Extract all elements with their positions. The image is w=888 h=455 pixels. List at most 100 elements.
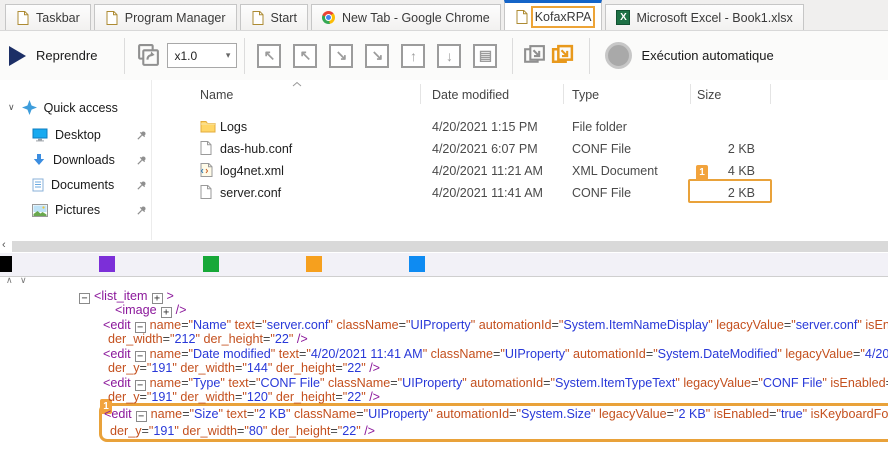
file-row-server-conf[interactable]: server.conf4/20/2021 11:41 AMCONF File2 … <box>152 182 888 204</box>
xml-attribute: legacyValue="4/20/202 <box>785 347 888 361</box>
xml-punct: /> <box>369 361 380 375</box>
copy-steps-icon[interactable] <box>522 43 547 68</box>
file-row-logs[interactable]: Logs4/20/2021 1:15 PMFile folder <box>152 116 888 138</box>
xml-quote: " <box>361 361 365 375</box>
column-divider[interactable] <box>420 84 421 104</box>
xml-attribute: der_height="22" <box>271 424 361 438</box>
tree-line[interactable]: <edit−name="Size" text="2 KB" className=… <box>104 407 888 421</box>
xml-attr-value: true <box>781 407 803 421</box>
folder-icon <box>200 119 216 134</box>
nav-up-button[interactable]: ↑ <box>401 44 425 68</box>
pin-icon[interactable] <box>136 155 147 166</box>
xml-attr-name: name <box>150 318 182 332</box>
xml-attr-value: 144 <box>247 361 268 375</box>
xml-attr-name: der_height <box>271 424 331 438</box>
xml-attr-name: text <box>227 407 247 421</box>
tree-line[interactable]: −<list_item+> <box>75 289 174 303</box>
nav-forward-into-button[interactable]: ↘ <box>365 44 389 68</box>
tab-start[interactable]: Start <box>240 4 308 30</box>
file-name: Logs <box>220 120 247 134</box>
column-header-size[interactable]: Size <box>697 88 721 102</box>
xml-tag: <edit <box>104 407 132 421</box>
column-divider[interactable] <box>690 84 691 104</box>
tree-line[interactable]: der_y="191" der_width="80" der_height="2… <box>110 424 375 438</box>
xml-attr-value: CONF File <box>763 376 822 390</box>
xml-tag: <list_item <box>94 289 148 303</box>
tab-new-tab-google-chrome[interactable]: New Tab - Google Chrome <box>311 4 501 30</box>
toolbar-separator <box>512 38 513 74</box>
auto-execution-indicator[interactable] <box>605 42 632 69</box>
scrollbar-track[interactable] <box>12 241 888 252</box>
horizontal-scrollbar[interactable]: ‹ <box>0 240 888 253</box>
column-header-type[interactable]: Type <box>572 88 599 102</box>
xml-attribute: der_width="144" <box>180 361 272 375</box>
scroll-left-icon[interactable]: ‹ <box>2 239 6 251</box>
xml-attribute: className="UIProperty" <box>431 347 570 361</box>
xml-quote: " <box>777 347 781 361</box>
tree-expander-icon[interactable]: − <box>136 411 147 422</box>
resume-play-button[interactable] <box>9 46 26 66</box>
excel-icon: X <box>616 10 630 25</box>
device-tab-bar: TaskbarProgram ManagerStartNew Tab - Goo… <box>0 0 888 31</box>
xml-attr-value: 22 <box>275 332 289 346</box>
xml-attr-value: 4/20/2021 11:41 AM <box>311 347 423 361</box>
tree-line[interactable]: der_width="212" der_height="22" /> <box>108 332 308 346</box>
nav-down-button[interactable]: ↓ <box>437 44 461 68</box>
file-name: server.conf <box>220 186 281 200</box>
xml-attr-name: legacyValue <box>683 376 751 390</box>
timeline-marker-2[interactable] <box>203 256 219 272</box>
pin-icon[interactable] <box>136 180 147 191</box>
xml-attr-name: der_y <box>108 361 140 375</box>
file-row-log4net-xml[interactable]: log4net.xml4/20/2021 11:21 AMXML Documen… <box>152 160 888 182</box>
sidebar-item-quick-access[interactable]: ∨ Quick access <box>8 100 118 115</box>
tab-taskbar[interactable]: Taskbar <box>5 4 91 30</box>
tab-microsoft-excel-book1-xlsx[interactable]: XMicrosoft Excel - Book1.xlsx <box>605 4 803 30</box>
timeline-marker-1[interactable] <box>99 256 115 272</box>
xml-attr-name: className <box>336 318 398 332</box>
copy-steps-active-icon[interactable] <box>550 43 575 68</box>
file-row-das-hub-conf[interactable]: das-hub.conf4/20/2021 6:07 PMCONF File2 … <box>152 138 888 160</box>
zoom-level-dropdown[interactable]: x1.0 ▾ <box>167 43 237 68</box>
file-size: 2 KB <box>690 142 755 156</box>
sidebar-item-pictures[interactable]: Pictures <box>32 200 147 220</box>
timeline-marker-4[interactable] <box>409 256 425 272</box>
tree-line[interactable]: <edit−name="Name" text="server.conf" cla… <box>103 318 888 332</box>
tree-line[interactable]: der_y="191" der_width="144" der_height="… <box>108 361 380 375</box>
nav-back-button[interactable]: ↖ <box>293 44 317 68</box>
column-divider[interactable] <box>770 84 771 104</box>
chevron-down-icon[interactable]: ∨ <box>20 275 27 286</box>
nav-forward-button[interactable]: ↘ <box>329 44 353 68</box>
sidebar-item-downloads[interactable]: Downloads <box>32 150 147 170</box>
nav-back-into-button[interactable]: ↖ <box>257 44 281 68</box>
xml-attribute: isEnabled="true" <box>714 407 807 421</box>
file-name: das-hub.conf <box>220 142 292 156</box>
timeline-marker-3[interactable] <box>306 256 322 272</box>
tab-kofaxrpa[interactable]: KofaxRPA <box>504 0 603 30</box>
xml-quote: " <box>268 361 272 375</box>
document-view-button[interactable]: ▤ <box>473 44 497 68</box>
tree-line[interactable]: <edit−name="Type" text="CONF File" class… <box>103 376 888 390</box>
xml-tag: <edit <box>103 318 131 332</box>
timeline-marker-0[interactable] <box>0 256 12 272</box>
pin-icon[interactable] <box>136 205 147 216</box>
xml-attr-value: System.DateModified <box>658 347 778 361</box>
tab-program-manager[interactable]: Program Manager <box>94 4 237 30</box>
refresh-pages-icon[interactable] <box>136 43 161 68</box>
xml-attr-name: der_height <box>203 332 263 346</box>
tree-expander-icon[interactable]: − <box>79 293 90 304</box>
pin-icon[interactable] <box>136 130 147 141</box>
tree-line[interactable]: <image+/> <box>115 303 187 317</box>
chevron-up-icon[interactable]: ∧ <box>6 275 13 286</box>
column-header-date-modified[interactable]: Date modified <box>432 88 509 102</box>
column-divider[interactable] <box>563 84 564 104</box>
sidebar-item-documents[interactable]: Documents <box>32 175 147 195</box>
chevron-down-icon: ▾ <box>226 50 231 61</box>
tree-line[interactable]: der_y="191" der_width="120" der_height="… <box>108 390 380 404</box>
xml-attribute: der_height="22" <box>276 361 366 375</box>
xml-tag: <edit <box>103 347 131 361</box>
xml-attr-name: className <box>328 376 390 390</box>
sidebar-item-desktop[interactable]: Desktop <box>32 125 147 145</box>
column-header-name[interactable]: Name <box>200 88 233 102</box>
tree-expander-icon[interactable]: + <box>161 307 172 318</box>
tree-line[interactable]: <edit−name="Date modified" text="4/20/20… <box>103 347 888 361</box>
